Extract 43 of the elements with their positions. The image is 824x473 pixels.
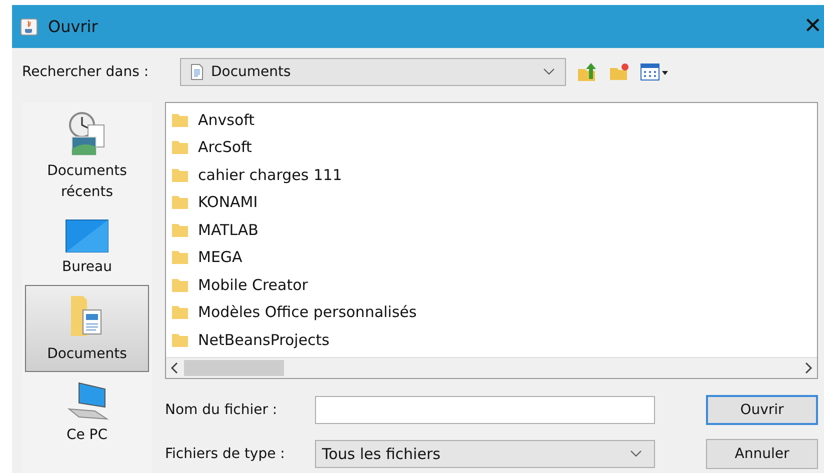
folder-item[interactable]: Modèles Office personnalisés <box>172 298 817 326</box>
window-title: Ouvrir <box>48 17 99 36</box>
document-icon <box>191 64 203 80</box>
folder-icon <box>172 250 188 264</box>
folder-icon <box>172 222 188 237</box>
file-type-label: Fichiers de type : <box>165 446 286 462</box>
file-name-label: Nom du fichier : <box>165 402 278 418</box>
cancel-button[interactable]: Annuler <box>706 439 818 469</box>
folder-item[interactable]: ArcSoft <box>172 134 817 161</box>
folder-item[interactable]: MATLAB <box>172 216 817 244</box>
place-item[interactable]: Ce PC <box>25 372 149 453</box>
coffee-cup-icon <box>20 18 38 36</box>
folder-icon <box>172 168 188 182</box>
folder-item[interactable]: MEGA <box>172 244 817 271</box>
scroll-thumb[interactable] <box>184 360 284 376</box>
open-button[interactable]: Ouvrir <box>706 395 818 425</box>
folder-item[interactable]: cahier charges 111 <box>172 161 817 188</box>
new-folder-icon[interactable] <box>608 61 630 83</box>
view-menu-icon[interactable] <box>640 62 670 82</box>
file-type-dropdown[interactable]: Tous les fichiers <box>315 440 655 468</box>
desktop-icon <box>65 219 109 253</box>
folder-icon <box>172 278 188 292</box>
chevron-down-icon <box>543 68 555 76</box>
close-button[interactable]: ✕ <box>804 14 824 39</box>
folder-item[interactable]: NetBeansProjects <box>172 326 817 354</box>
place-item[interactable]: Documents <box>25 285 149 372</box>
folder-item[interactable]: Mobile Creator <box>172 271 817 298</box>
look-in-label: Rechercher dans : <box>22 64 150 80</box>
folder-icon <box>172 112 188 127</box>
folder-icon <box>172 195 188 210</box>
folder-up-icon[interactable] <box>576 61 598 83</box>
folder-icon <box>172 140 188 154</box>
place-item[interactable]: Bureau <box>25 210 149 285</box>
file-name-field[interactable] <box>315 396 655 424</box>
look-in-dropdown[interactable]: Documents <box>180 58 566 86</box>
place-item[interactable]: Documents récents <box>25 102 149 210</box>
folder-item[interactable]: Anvsoft <box>172 106 817 134</box>
chevron-down-icon <box>630 450 642 458</box>
folder-icon <box>172 332 188 347</box>
computer-icon <box>65 381 109 421</box>
folder-icon <box>172 305 188 320</box>
horizontal-scrollbar[interactable] <box>166 357 817 378</box>
folder-item[interactable]: KONAMI <box>172 188 817 216</box>
